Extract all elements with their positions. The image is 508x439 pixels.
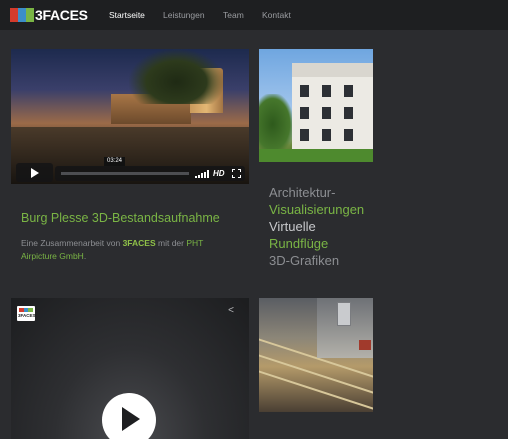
fullscreen-icon[interactable] [232, 169, 241, 178]
channel-logo[interactable]: 3FACES [17, 306, 36, 321]
project-desc-prefix: Eine Zusammenarbeit von [21, 238, 123, 248]
train-station-image[interactable] [259, 298, 373, 412]
play-icon[interactable] [16, 163, 53, 182]
channel-logo-bars [19, 308, 34, 312]
service-visualisierungen[interactable]: Visualisierungen [269, 201, 399, 218]
logo-text: 3FACES [35, 7, 88, 23]
nav-leistungen[interactable]: Leistungen [163, 9, 205, 21]
station-image-bench [359, 340, 371, 350]
volume-icon[interactable] [195, 170, 209, 178]
video-timestamp: 03:24 [104, 157, 126, 166]
video-player-second[interactable]: 3FACES < [11, 298, 249, 439]
next-services-list-cutoff [269, 430, 389, 439]
nav-team[interactable]: Team [223, 9, 244, 21]
video-controls: 03:24 HD [11, 157, 249, 184]
video-thumbnail-tree [129, 49, 224, 104]
architecture-visualization-image[interactable] [259, 49, 373, 162]
house-image-trees [259, 94, 293, 154]
project-desc-brand: 3FACES [122, 238, 156, 248]
service-virtuelle: Virtuelle [269, 219, 316, 234]
service-architektur: Architektur- [269, 185, 336, 200]
logo[interactable]: 3FACES [10, 7, 88, 23]
top-navbar: 3FACES Startseite Leistungen Team Kontak… [0, 0, 508, 30]
service-3d-grafiken: 3D-Grafiken [269, 253, 340, 268]
video-progress-track[interactable] [61, 172, 189, 175]
nav-startseite[interactable]: Startseite [109, 9, 145, 21]
project-description: Eine Zusammenarbeit von 3FACES mit der P… [21, 237, 236, 263]
house-image-building [292, 63, 373, 151]
logo-bar-green [26, 8, 34, 22]
logo-bar-blue [18, 8, 26, 22]
logo-color-mark [10, 8, 34, 22]
share-icon[interactable]: < [225, 305, 237, 317]
project-desc-mid: mit der [155, 238, 187, 248]
video-timebar[interactable]: 03:24 HD [55, 157, 245, 181]
service-rundfluege[interactable]: Rundflüge [269, 235, 399, 252]
logo-bar-red [10, 8, 18, 22]
hd-toggle[interactable]: HD [213, 169, 225, 178]
house-image-lawn [259, 149, 373, 162]
video-player-burg-plesse[interactable]: 03:24 HD [11, 49, 249, 184]
nav-kontakt[interactable]: Kontakt [262, 9, 291, 21]
services-list: Architektur- Visualisierungen Virtuelle … [269, 184, 399, 269]
project-title[interactable]: Burg Plesse 3D-Bestandsaufnahme [21, 210, 220, 226]
channel-logo-text: 3FACES [18, 313, 36, 318]
project-desc-suffix: . [83, 251, 87, 261]
play-icon[interactable] [102, 393, 156, 439]
station-image-sign [337, 302, 351, 326]
